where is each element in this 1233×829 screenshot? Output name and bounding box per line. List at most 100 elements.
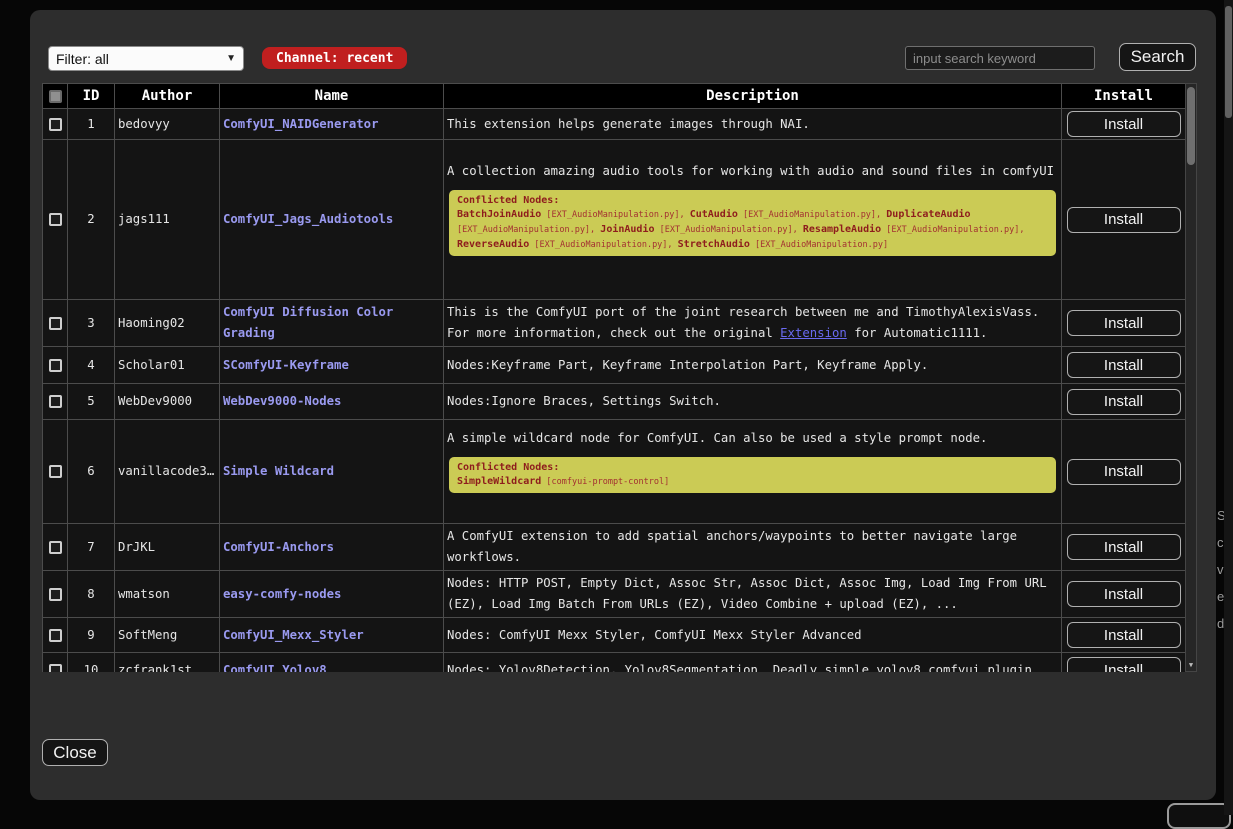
- install-button[interactable]: Install: [1067, 459, 1181, 485]
- table-row: 9 SoftMeng ComfyUI_Mexx_Styler Nodes: Co…: [43, 618, 1186, 653]
- row-author: Haoming02: [115, 300, 220, 347]
- table-row: 5 WebDev9000 WebDev9000-Nodes Nodes:Igno…: [43, 384, 1186, 420]
- row-name: ComfyUI_NAIDGenerator: [220, 109, 444, 140]
- row-author: jags111: [115, 140, 220, 300]
- row-description: A ComfyUI extension to add spatial ancho…: [444, 524, 1062, 571]
- row-name: ComfyUI Diffusion Color Grading: [220, 300, 444, 347]
- conflict-node-source: [EXT_AudioManipulation.py],: [738, 210, 886, 220]
- row-id: 10: [68, 653, 115, 673]
- install-button[interactable]: Install: [1067, 534, 1181, 560]
- install-button[interactable]: Install: [1067, 352, 1181, 378]
- row-checkbox[interactable]: [49, 395, 62, 408]
- row-author: WebDev9000: [115, 384, 220, 420]
- conflict-warning: Conflicted Nodes: SimpleWildcard [comfyu…: [449, 457, 1056, 493]
- description-text: for Automatic1111.: [847, 326, 988, 340]
- row-author: wmatson: [115, 571, 220, 618]
- table-header-row: ID Author Name Description Install: [43, 84, 1186, 109]
- install-button[interactable]: Install: [1067, 657, 1181, 672]
- row-id: 8: [68, 571, 115, 618]
- table-row: 6 vanillacode314 Simple Wildcard A simpl…: [43, 420, 1186, 524]
- table-scrollbar-thumb[interactable]: [1187, 87, 1195, 165]
- row-id: 7: [68, 524, 115, 571]
- row-description: A collection amazing audio tools for wor…: [444, 140, 1062, 300]
- table-row: 10 zcfrank1st ComfyUI Yolov8 Nodes: Yolo…: [43, 653, 1186, 673]
- extension-link[interactable]: Extension: [780, 326, 847, 340]
- sliver-text: c: [1217, 529, 1224, 556]
- filter-select[interactable]: Filter: all ▼: [48, 46, 244, 71]
- select-all-checkbox[interactable]: [49, 90, 62, 103]
- row-checkbox[interactable]: [49, 317, 62, 330]
- conflict-node-source: [comfyui-prompt-control]: [541, 477, 669, 487]
- row-id: 4: [68, 347, 115, 384]
- header-name: Name: [220, 84, 444, 109]
- page-scrollbar[interactable]: [1224, 0, 1233, 815]
- sliver-text: S: [1217, 502, 1224, 529]
- row-name: ComfyUI-Anchors: [220, 524, 444, 571]
- conflict-node-source: [EXT_AudioManipulation.py]: [750, 240, 888, 250]
- conflict-node-name: CutAudio: [690, 209, 738, 220]
- sliver-text: e: [1217, 583, 1224, 610]
- conflict-node-name: ReverseAudio: [457, 239, 529, 250]
- table-row: 7 DrJKL ComfyUI-Anchors A ComfyUI extens…: [43, 524, 1186, 571]
- row-checkbox[interactable]: [49, 118, 62, 131]
- row-checkbox[interactable]: [49, 629, 62, 642]
- row-description: This extension helps generate images thr…: [444, 109, 1062, 140]
- row-name: ComfyUI Yolov8: [220, 653, 444, 673]
- row-author: Scholar01: [115, 347, 220, 384]
- table-scrollbar[interactable]: ▼: [1185, 83, 1197, 672]
- conflict-node-source: [EXT_AudioManipulation.py],: [881, 225, 1024, 235]
- row-checkbox[interactable]: [49, 465, 62, 478]
- search-button[interactable]: Search: [1119, 43, 1196, 71]
- row-id: 6: [68, 420, 115, 524]
- row-author: zcfrank1st: [115, 653, 220, 673]
- install-button[interactable]: Install: [1067, 207, 1181, 233]
- scroll-down-arrow-icon[interactable]: ▼: [1186, 660, 1196, 670]
- table-row: 1 bedovyy ComfyUI_NAIDGenerator This ext…: [43, 109, 1186, 140]
- row-description: This is the ComfyUI port of the joint re…: [444, 300, 1062, 347]
- row-checkbox[interactable]: [49, 541, 62, 554]
- table-row: 4 Scholar01 SComfyUI-Keyframe Nodes:Keyf…: [43, 347, 1186, 384]
- page-scrollbar-thumb[interactable]: [1225, 6, 1232, 118]
- conflict-title: Conflicted Nodes:: [457, 195, 1048, 206]
- row-name: Simple Wildcard: [220, 420, 444, 524]
- row-name: WebDev9000-Nodes: [220, 384, 444, 420]
- row-checkbox[interactable]: [49, 664, 62, 673]
- row-author: SoftMeng: [115, 618, 220, 653]
- install-button[interactable]: Install: [1067, 389, 1181, 415]
- conflict-node-source: [EXT_AudioManipulation.py],: [654, 225, 802, 235]
- conflict-node-name: DuplicateAudio: [886, 209, 970, 220]
- description-text: A collection amazing audio tools for wor…: [447, 161, 1058, 182]
- conflict-node-source: [EXT_AudioManipulation.py],: [457, 225, 600, 235]
- header-install: Install: [1062, 84, 1186, 109]
- table-row: 2 jags111 ComfyUI_Jags_Audiotools A coll…: [43, 140, 1186, 300]
- install-button[interactable]: Install: [1067, 622, 1181, 648]
- row-description: Nodes:Keyframe Part, Keyframe Interpolat…: [444, 347, 1062, 384]
- conflict-node-name: StretchAudio: [678, 239, 750, 250]
- row-checkbox[interactable]: [49, 359, 62, 372]
- install-button[interactable]: Install: [1067, 111, 1181, 137]
- header-description: Description: [444, 84, 1062, 109]
- install-button[interactable]: Install: [1067, 581, 1181, 607]
- custom-nodes-table: ID Author Name Description Install 1 bed…: [42, 83, 1185, 672]
- sliver-text: d: [1217, 610, 1224, 637]
- conflict-warning: Conflicted Nodes: BatchJoinAudio [EXT_Au…: [449, 190, 1056, 256]
- conflict-node-source: [EXT_AudioManipulation.py],: [541, 210, 689, 220]
- row-description: Nodes: Yolov8Detection, Yolov8Segmentati…: [444, 653, 1062, 673]
- description-text: A simple wildcard node for ComfyUI. Can …: [447, 428, 1058, 449]
- search-input[interactable]: [905, 46, 1095, 70]
- row-name: SComfyUI-Keyframe: [220, 347, 444, 384]
- channel-badge: Channel: recent: [262, 47, 407, 69]
- background-ui-sliver: S c v e d: [1217, 502, 1224, 642]
- row-checkbox[interactable]: [49, 588, 62, 601]
- row-checkbox[interactable]: [49, 213, 62, 226]
- row-author: DrJKL: [115, 524, 220, 571]
- install-custom-nodes-dialog: Filter: all ▼ Channel: recent Search ID …: [30, 10, 1216, 800]
- row-author: bedovyy: [115, 109, 220, 140]
- install-button[interactable]: Install: [1067, 310, 1181, 336]
- row-name: ComfyUI_Mexx_Styler: [220, 618, 444, 653]
- row-id: 1: [68, 109, 115, 140]
- table-row: 8 wmatson easy-comfy-nodes Nodes: HTTP P…: [43, 571, 1186, 618]
- row-id: 3: [68, 300, 115, 347]
- row-description: Nodes: HTTP POST, Empty Dict, Assoc Str,…: [444, 571, 1062, 618]
- close-button[interactable]: Close: [42, 739, 108, 766]
